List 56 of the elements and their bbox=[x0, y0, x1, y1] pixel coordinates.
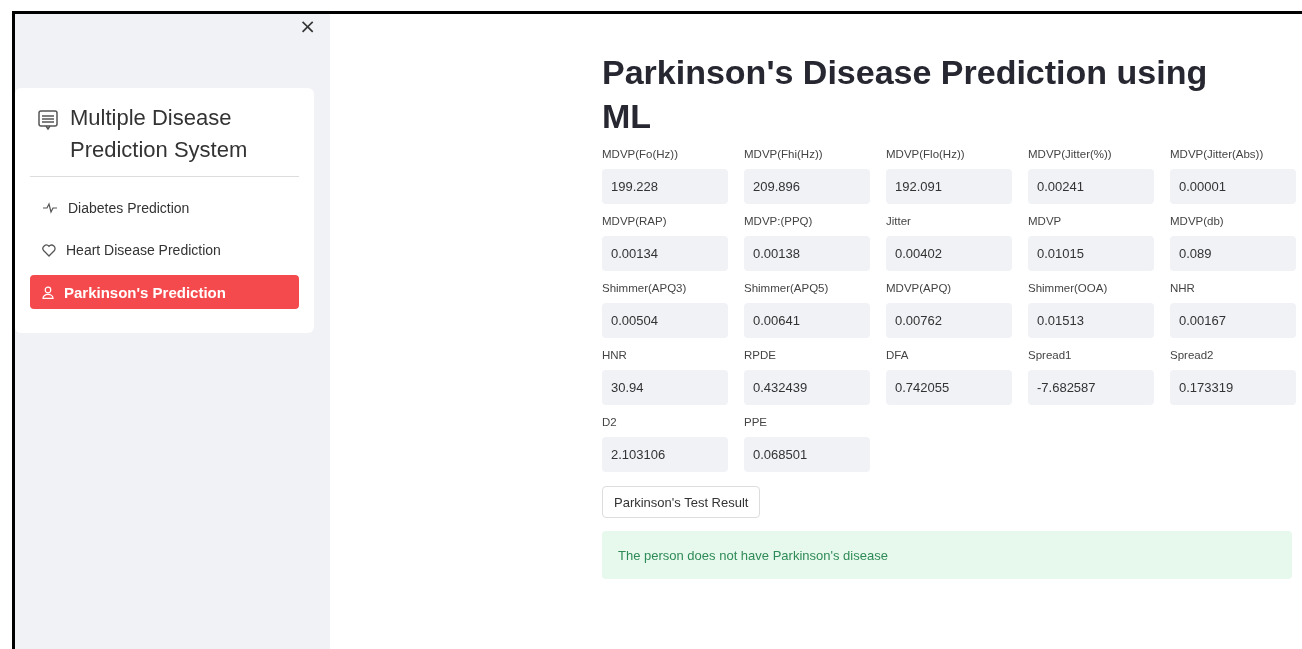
list-icon bbox=[38, 110, 58, 130]
input-field[interactable]: 0.00641 bbox=[744, 303, 870, 338]
field-label: Jitter bbox=[886, 215, 912, 227]
input-field[interactable]: 0.00001 bbox=[1170, 169, 1296, 204]
input-field[interactable]: 0.173319 bbox=[1170, 370, 1296, 405]
field-label: NHR bbox=[1170, 282, 1196, 294]
field-label: MDVP(Fo(Hz)) bbox=[602, 148, 680, 160]
field-label: D2 bbox=[602, 416, 618, 428]
field-label: MDVP(Jitter(%)) bbox=[1028, 148, 1113, 160]
input-field[interactable]: 0.00167 bbox=[1170, 303, 1296, 338]
menu-item[interactable]: Parkinson's Prediction bbox=[30, 275, 299, 309]
input-field[interactable]: 209.896 bbox=[744, 169, 870, 204]
menu-item[interactable]: Heart Disease Prediction bbox=[30, 233, 299, 267]
field-label: MDVP(Jitter(Abs)) bbox=[1170, 148, 1265, 160]
field-label: Shimmer(OOA) bbox=[1028, 282, 1109, 294]
input-field[interactable]: 0.089 bbox=[1170, 236, 1296, 271]
heart-icon bbox=[42, 243, 56, 257]
input-field[interactable]: 0.01513 bbox=[1028, 303, 1154, 338]
test-result-button[interactable]: Parkinson's Test Result bbox=[602, 486, 761, 518]
input-field[interactable]: 0.00762 bbox=[886, 303, 1012, 338]
input-field[interactable]: -7.682587 bbox=[1028, 370, 1154, 405]
field-label: MDVP:(PPQ) bbox=[744, 215, 814, 227]
input-field[interactable]: 0.068501 bbox=[744, 437, 870, 472]
input-field[interactable]: 199.228 bbox=[602, 169, 728, 204]
field-label: MDVP(RAP) bbox=[602, 215, 668, 227]
sidebar-title: Multiple Disease Prediction System bbox=[70, 104, 249, 164]
field-label: Shimmer(APQ3) bbox=[602, 282, 688, 294]
field-label: MDVP bbox=[1028, 215, 1063, 227]
result-message: The person does not have Parkinson's disease bbox=[602, 531, 1292, 579]
field-label: Spread1 bbox=[1028, 349, 1073, 361]
field-label: Spread2 bbox=[1170, 349, 1215, 361]
page-title: Parkinson's Disease Prediction using ML bbox=[602, 52, 1209, 137]
field-label: MDVP(db) bbox=[1170, 215, 1225, 227]
input-field[interactable]: 192.091 bbox=[886, 169, 1012, 204]
input-field[interactable]: 0.432439 bbox=[744, 370, 870, 405]
input-field[interactable]: 0.01015 bbox=[1028, 236, 1154, 271]
field-label: MDVP(APQ) bbox=[886, 282, 953, 294]
menu-item[interactable]: Diabetes Prediction bbox=[30, 191, 299, 225]
input-field[interactable]: 30.94 bbox=[602, 370, 728, 405]
input-field[interactable]: 0.00504 bbox=[602, 303, 728, 338]
field-label: MDVP(Fhi(Hz)) bbox=[744, 148, 824, 160]
field-label: PPE bbox=[744, 416, 768, 428]
field-label: MDVP(Flo(Hz)) bbox=[886, 148, 966, 160]
input-field[interactable]: 0.00138 bbox=[744, 236, 870, 271]
person-icon bbox=[42, 285, 54, 299]
input-field[interactable]: 0.00241 bbox=[1028, 169, 1154, 204]
field-label: HNR bbox=[602, 349, 628, 361]
input-field[interactable]: 0.742055 bbox=[886, 370, 1012, 405]
close-button[interactable]: × bbox=[299, 16, 316, 36]
input-field[interactable]: 2.103106 bbox=[602, 437, 728, 472]
field-label: RPDE bbox=[744, 349, 777, 361]
input-field[interactable]: 0.00134 bbox=[602, 236, 728, 271]
input-field[interactable]: 0.00402 bbox=[886, 236, 1012, 271]
field-label: Shimmer(APQ5) bbox=[744, 282, 830, 294]
pulse-icon bbox=[42, 202, 58, 214]
field-label: DFA bbox=[886, 349, 910, 361]
